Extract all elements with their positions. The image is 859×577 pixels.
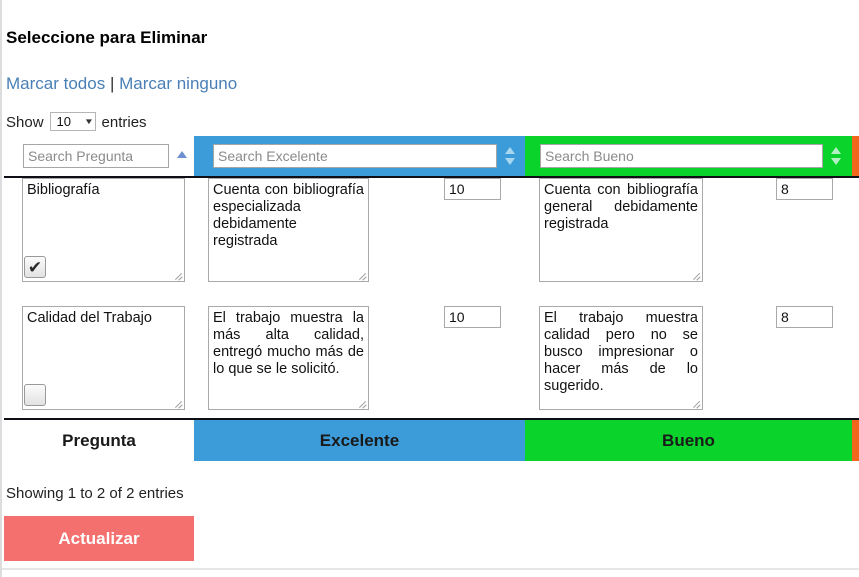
resize-grip-icon[interactable] <box>173 398 183 408</box>
sort-ascending-icon-pregunta[interactable] <box>175 145 189 167</box>
header-cell-extra <box>852 136 859 176</box>
mark-links-separator: | <box>109 74 115 93</box>
cell-pregunta: Calidad del Trabajo <box>4 306 194 410</box>
bueno-textarea[interactable]: El trabajo muestra calidad pero no se bu… <box>539 306 703 410</box>
data-table: Search Pregunta Search Excelente Search … <box>4 136 859 461</box>
search-input-excelente[interactable]: Search Excelente <box>213 144 497 168</box>
cell-pregunta: Bibliografía ✔ <box>4 178 194 282</box>
bueno-textarea[interactable]: Cuenta con bibliografía general debidame… <box>539 178 703 282</box>
bueno-value-input[interactable]: 8 <box>776 178 833 200</box>
excelente-textarea[interactable]: El trabajo muestra la más alta calidad, … <box>208 306 369 410</box>
row-select-checkbox[interactable]: ✔ <box>24 256 46 278</box>
bottom-divider <box>2 568 859 570</box>
search-input-pregunta[interactable]: Search Pregunta <box>23 144 169 168</box>
table-header-row: Search Pregunta Search Excelente Search … <box>4 136 859 178</box>
search-input-bueno[interactable]: Search Bueno <box>540 144 823 168</box>
footer-cell-extra <box>852 420 859 461</box>
check-icon: ✔ <box>27 257 43 277</box>
footer-cell-bueno[interactable]: Bueno <box>525 420 852 461</box>
cell-bueno: El trabajo muestra calidad pero no se bu… <box>525 306 703 410</box>
table-footer-row: Pregunta Excelente Bueno <box>4 418 859 461</box>
cell-bueno-value: 8 <box>776 178 833 200</box>
bueno-value-input[interactable]: 8 <box>776 306 833 328</box>
resize-grip-icon[interactable] <box>691 398 701 408</box>
sort-both-icon-excelente[interactable] <box>503 145 517 167</box>
cell-bueno: Cuenta con bibliografía general debidame… <box>525 178 703 282</box>
cell-bueno-value: 8 <box>776 306 833 328</box>
header-cell-excelente: Search Excelente <box>194 136 525 176</box>
length-menu-suffix: entries <box>101 114 147 131</box>
sort-both-icon-bueno[interactable] <box>829 145 843 167</box>
excelente-textarea[interactable]: Cuenta con bibliografía especializada de… <box>208 178 369 282</box>
update-button[interactable]: Actualizar <box>4 516 194 561</box>
length-menu-select[interactable]: 10 ▼ <box>49 112 96 131</box>
length-menu-value: 10 <box>56 114 71 129</box>
table-body: Bibliografía ✔ Cuenta con bibliografía e… <box>4 178 859 418</box>
excelente-value-input[interactable]: 10 <box>444 306 501 328</box>
chevron-down-icon: ▼ <box>83 116 94 126</box>
table-row: Bibliografía ✔ Cuenta con bibliografía e… <box>4 178 859 306</box>
cell-excelente: El trabajo muestra la más alta calidad, … <box>194 306 369 410</box>
resize-grip-icon[interactable] <box>173 270 183 280</box>
page-title: Seleccione para Eliminar <box>6 28 208 47</box>
pregunta-textarea[interactable]: Calidad del Trabajo <box>22 306 185 410</box>
header-cell-pregunta: Search Pregunta <box>4 136 194 176</box>
excelente-text: El trabajo muestra la más alta calidad, … <box>213 310 364 377</box>
resize-grip-icon[interactable] <box>357 398 367 408</box>
pregunta-textarea[interactable]: Bibliografía <box>22 178 185 282</box>
pregunta-text: Calidad del Trabajo <box>27 310 152 326</box>
table-row: Calidad del Trabajo El trabajo muestra l… <box>4 306 859 434</box>
cell-excelente-value: 10 <box>444 306 501 328</box>
resize-grip-icon[interactable] <box>691 270 701 280</box>
cell-excelente: Cuenta con bibliografía especializada de… <box>194 178 369 282</box>
footer-cell-pregunta[interactable]: Pregunta <box>4 420 194 461</box>
excelente-text: Cuenta con bibliografía especializada de… <box>213 182 364 249</box>
mark-none-link[interactable]: Marcar ninguno <box>119 74 237 93</box>
resize-grip-icon[interactable] <box>357 270 367 280</box>
mark-links: Marcar todos | Marcar ninguno <box>6 74 237 94</box>
excelente-value-input[interactable]: 10 <box>444 178 501 200</box>
bueno-text: El trabajo muestra calidad pero no se bu… <box>544 310 698 394</box>
row-select-checkbox[interactable] <box>24 384 46 406</box>
header-cell-bueno: Search Bueno <box>525 136 852 176</box>
pregunta-text: Bibliografía <box>27 182 100 198</box>
length-menu: Show 10 ▼ entries <box>6 112 147 132</box>
length-menu-prefix: Show <box>6 114 44 131</box>
page-container: Seleccione para Eliminar Marcar todos | … <box>0 0 859 577</box>
table-info: Showing 1 to 2 of 2 entries <box>6 485 184 502</box>
mark-all-link[interactable]: Marcar todos <box>6 74 105 93</box>
cell-excelente-value: 10 <box>444 178 501 200</box>
bueno-text: Cuenta con bibliografía general debidame… <box>544 182 698 232</box>
footer-cell-excelente[interactable]: Excelente <box>194 420 525 461</box>
